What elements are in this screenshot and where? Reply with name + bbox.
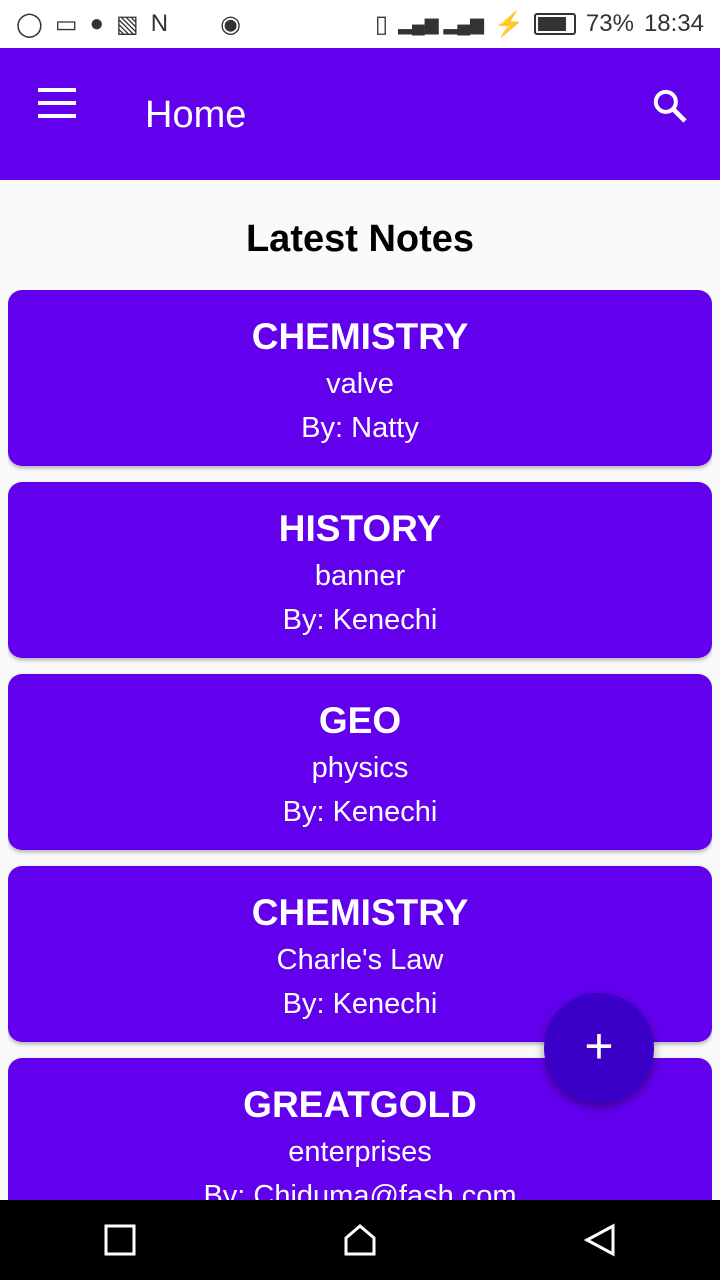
note-subject: CHEMISTRY — [251, 892, 469, 933]
system-nav-bar — [0, 1200, 720, 1280]
media-icon: ◉ — [220, 10, 242, 38]
back-button[interactable] — [570, 1210, 630, 1270]
add-note-button[interactable]: + — [544, 993, 654, 1103]
battery-percent: 73% — [585, 10, 634, 37]
note-card[interactable]: HISTORY banner By: Kenechi — [8, 482, 712, 658]
note-topic: banner — [314, 560, 406, 592]
note-subject: GEO — [318, 700, 402, 741]
app-bar: Home — [0, 48, 720, 180]
note-author: By: Kenechi — [282, 604, 438, 636]
note-card[interactable]: GEO physics By: Kenechi — [8, 674, 712, 850]
note-author: By: Chiduma@fash.com — [203, 1180, 517, 1200]
search-icon[interactable] — [650, 86, 690, 126]
image-icon: ▧ — [116, 10, 139, 38]
n-icon: N — [150, 10, 169, 37]
status-bar: ◯ ▭ ● ▧ N ◉ ▯ ▂▄▆ ▂▄▆ ⚡ 73% 18:34 — [0, 0, 720, 48]
signal-icon: ▂▄▆ ▂▄▆ — [398, 13, 484, 34]
note-author: By: Kenechi — [282, 796, 438, 828]
recents-button[interactable] — [90, 1210, 150, 1270]
note-topic: physics — [311, 752, 409, 784]
note-card[interactable]: CHEMISTRY valve By: Natty — [8, 290, 712, 466]
clock: 18:34 — [643, 10, 704, 37]
note-topic: enterprises — [288, 1136, 432, 1168]
battery-icon — [533, 13, 576, 35]
section-heading: Latest Notes — [245, 218, 475, 260]
chrome-icon: ● — [89, 10, 105, 37]
menu-icon[interactable] — [38, 88, 76, 127]
note-subject: CHEMISTRY — [251, 316, 469, 357]
notification-icons: ◯ ▭ ● ▧ N ◉ — [16, 10, 241, 39]
note-author: By: Natty — [301, 412, 419, 444]
note-topic: Charle's Law — [276, 944, 444, 976]
charging-icon: ⚡ — [494, 10, 524, 38]
page-title: Home — [145, 94, 247, 136]
whatsapp-icon: ◯ — [16, 10, 43, 38]
note-topic: valve — [326, 368, 394, 400]
note-subject: HISTORY — [278, 508, 442, 549]
message-icon: ▭ — [54, 10, 78, 38]
home-button[interactable] — [330, 1210, 390, 1270]
vibrate-icon: ▯ — [374, 10, 389, 38]
